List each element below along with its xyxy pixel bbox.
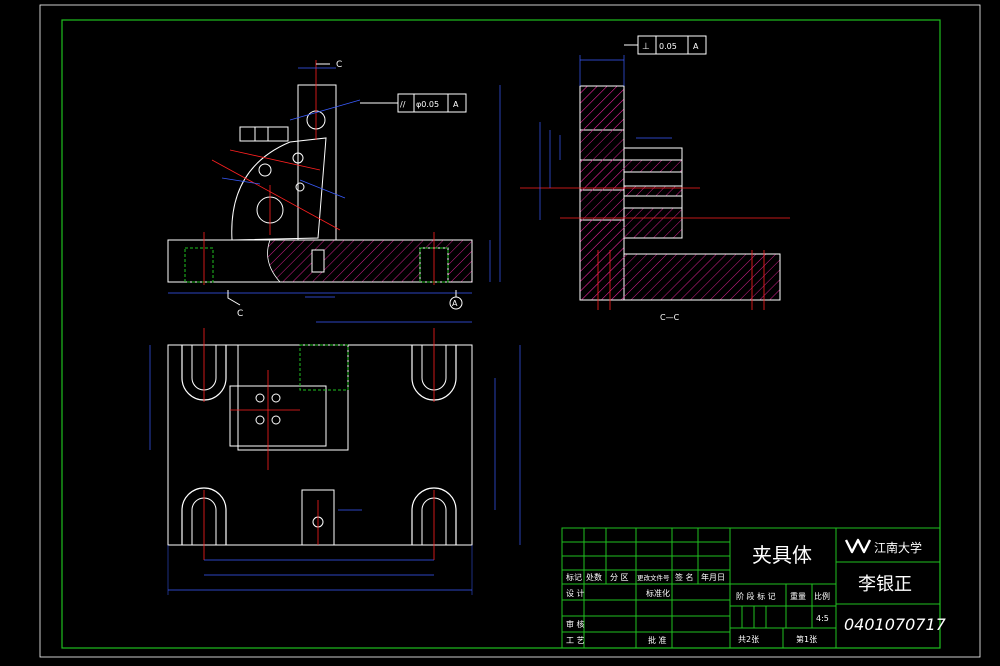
tolerance-top-datum: A (693, 42, 699, 51)
tb-stage-mark: 阶 段 标 记 (736, 591, 776, 601)
tb-header-zone: 分 区 (610, 573, 629, 582)
drawing-number: 0401070717 (844, 615, 947, 634)
tb-header-mark: 标记 (566, 572, 582, 582)
university-name: 江南大学 (874, 540, 922, 555)
tb-review: 审 核 (566, 619, 585, 629)
tb-header-change-doc: 更改文件号 (637, 573, 670, 582)
tb-scale-label: 比例 (814, 591, 830, 601)
tolerance-top-value: 0.05 (659, 42, 677, 51)
side-section-view (520, 55, 790, 310)
tolerance-top-symbol: ⊥ (642, 42, 650, 52)
front-view (167, 60, 501, 310)
tb-header-date: 年月日 (701, 572, 725, 582)
section-mark-c-bottom: C (237, 309, 243, 319)
tb-process: 工 艺 (566, 636, 585, 645)
tb-approve: 批 准 (648, 635, 667, 645)
sheet-border-outer (39, 4, 981, 658)
tb-header-sign: 签 名 (675, 572, 694, 582)
tolerance-frame-front (360, 93, 467, 113)
tb-design: 设 计 (566, 588, 585, 598)
drawing-canvas: C C A // φ0.05 A C—C ⊥ 0.05 A 标记 处数 分 区 … (39, 4, 981, 658)
tb-sheet-current: 第1张 (796, 634, 817, 644)
tb-scale-value: 4:5 (816, 614, 829, 623)
datum-a-label: A (452, 299, 458, 308)
drawing-title: 夹具体 (752, 543, 812, 567)
tolerance-front-value: φ0.05 (416, 100, 439, 109)
tb-standardization: 标准化 (646, 588, 670, 598)
section-label-cc: C—C (660, 313, 680, 322)
university-logo (844, 538, 872, 554)
tb-weight: 重量 (790, 591, 806, 601)
top-view (149, 321, 521, 595)
tb-header-count: 处数 (586, 572, 602, 582)
section-mark-c-top: C (336, 60, 342, 70)
tolerance-front-symbol: // (400, 100, 406, 109)
author-name: 李银正 (858, 574, 912, 595)
tb-sheets-total: 共2张 (738, 635, 759, 644)
tolerance-front-datum: A (453, 100, 459, 109)
